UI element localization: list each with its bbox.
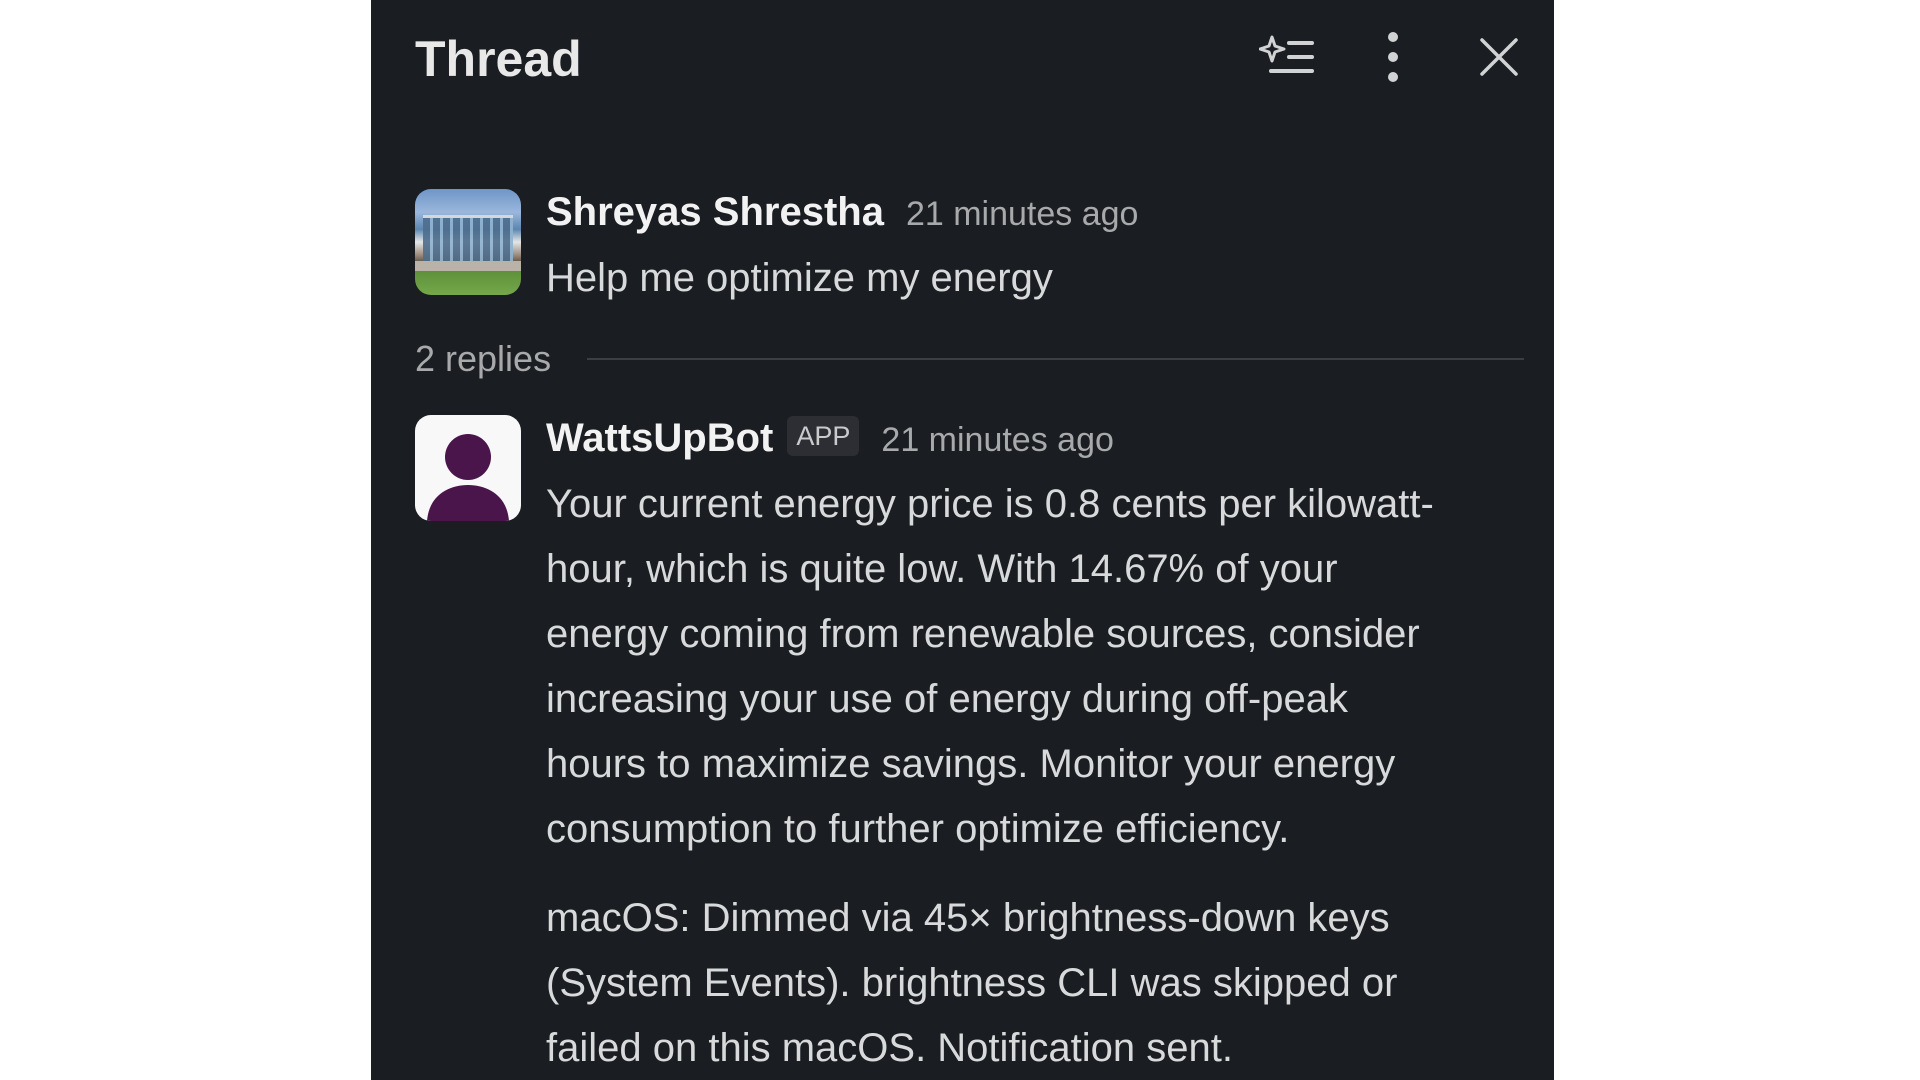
message-text: Your current energy price is 0.8 cents p… (546, 482, 1434, 851)
thread-header: Thread (371, 0, 1554, 120)
avatar[interactable] (415, 415, 521, 521)
close-button[interactable] (1466, 24, 1532, 90)
message-meta: WattsUpBot APP 21 minutes ago (546, 412, 1524, 464)
message-text: Help me optimize my energy (546, 256, 1053, 300)
message-meta: Shreyas Shrestha 21 minutes ago (546, 186, 1524, 238)
ai-summary-button[interactable] (1254, 24, 1320, 90)
avatar-building-graphic (423, 215, 513, 262)
message-body: Shreyas Shrestha 21 minutes ago Help me … (546, 186, 1524, 311)
app-badge: APP (787, 416, 860, 456)
avatar-path-graphic (415, 261, 521, 271)
message-text-secondary: macOS: Dimmed via 45× brightness-down ke… (546, 896, 1398, 1070)
user-silhouette-icon (427, 434, 509, 521)
replies-divider: 2 replies (415, 336, 1524, 382)
author-name[interactable]: WattsUpBot (546, 412, 773, 464)
message-body: WattsUpBot APP 21 minutes ago Your curre… (546, 412, 1524, 1080)
more-options-icon (1388, 32, 1398, 82)
header-actions (1214, 24, 1532, 90)
replies-count: 2 replies (415, 338, 552, 379)
thread-panel: Thread Shreyas Shrestha 21 minutes ago H… (371, 0, 1554, 1080)
page-title: Thread (415, 31, 582, 87)
ai-summary-icon (1259, 35, 1314, 73)
more-options-button[interactable] (1360, 24, 1426, 90)
timestamp[interactable]: 21 minutes ago (881, 414, 1114, 466)
author-name[interactable]: Shreyas Shrestha (546, 186, 884, 238)
divider-line (587, 358, 1524, 360)
avatar[interactable] (415, 189, 521, 295)
close-icon (1480, 38, 1518, 76)
timestamp[interactable]: 21 minutes ago (906, 188, 1139, 240)
